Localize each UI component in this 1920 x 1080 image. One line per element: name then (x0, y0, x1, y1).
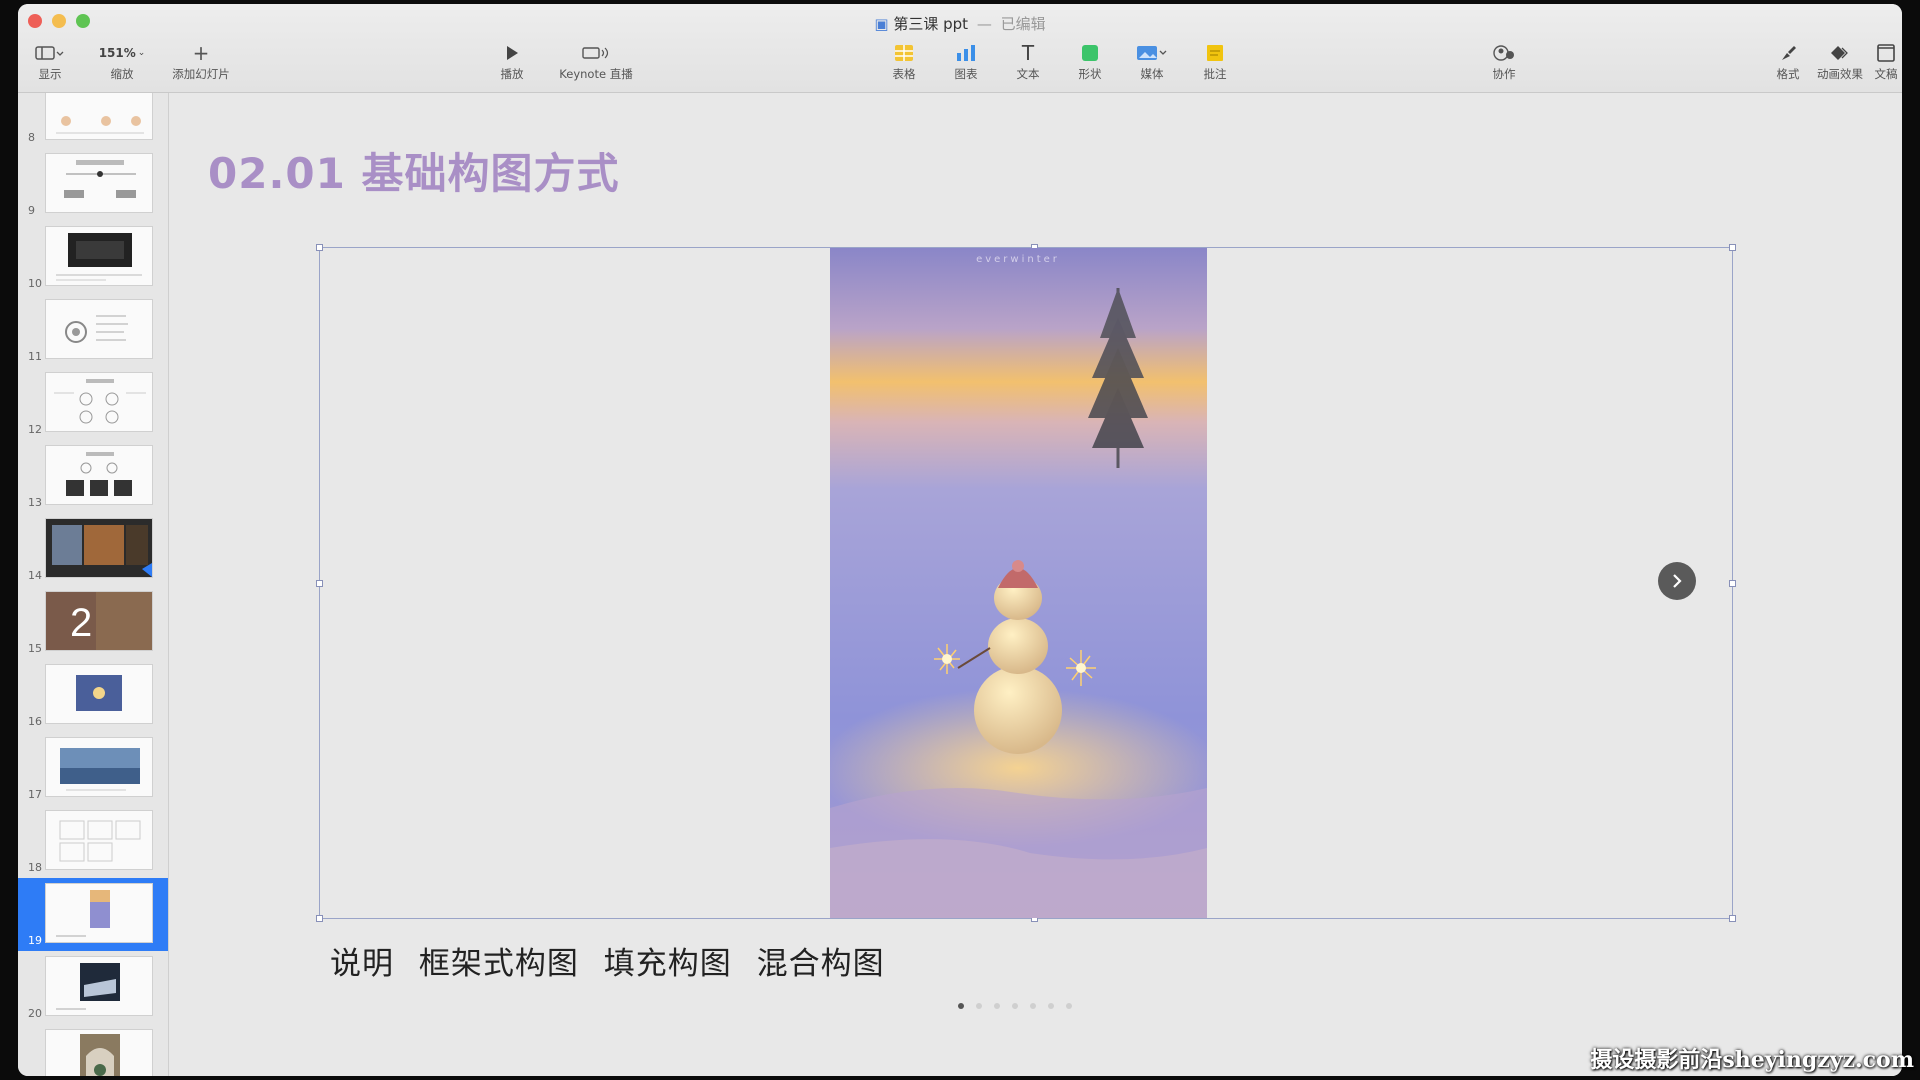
slide-thumbnail-17[interactable]: 17 (18, 732, 168, 805)
slide-thumbnail-20[interactable]: 20 (18, 951, 168, 1024)
window-title: ▣ 第三课 ppt — 已编辑 (874, 15, 1046, 33)
plus-icon: + (192, 41, 210, 65)
resize-handle-right[interactable] (1729, 580, 1736, 587)
document-icon: ▣ (874, 15, 889, 33)
snowman-photo[interactable]: everwinter (830, 248, 1207, 918)
slide-thumbnail-12[interactable]: 12 (18, 367, 168, 440)
resize-handle-top-left[interactable] (316, 244, 323, 251)
view-menu-button[interactable]: 显示 (28, 40, 72, 82)
slide-thumbnail-14[interactable]: 14 (18, 513, 168, 586)
page-dot[interactable] (1048, 1003, 1054, 1009)
zoom-menu-button[interactable]: 151% ⌄ 缩放 (94, 40, 150, 82)
slide-thumbnail-15[interactable]: 2 15 (18, 586, 168, 659)
document-panel-icon (1870, 40, 1902, 66)
resize-handle-bottom-right[interactable] (1729, 915, 1736, 922)
animate-button[interactable]: 动画效果 (1812, 40, 1868, 82)
resize-handle-left[interactable] (316, 580, 323, 587)
document-button[interactable]: 文稿 (1870, 40, 1902, 82)
add-slide-button[interactable]: + 添加幻灯片 (160, 40, 242, 82)
slide-title[interactable]: 02.01 基础构图方式 (208, 140, 619, 201)
gallery-page-dots (958, 1003, 1072, 1009)
slide-caption[interactable]: 说明 框架式构图 填充构图 混合构图 (330, 938, 899, 983)
svg-text:everwinter: everwinter (976, 254, 1060, 265)
toolbar: ▣ 第三课 ppt — 已编辑 显示 151%⌄ 缩放 + 添加幻灯片 播放 (18, 4, 1902, 93)
next-image-button[interactable] (1658, 562, 1696, 600)
chart-icon (946, 40, 986, 66)
caption-item: 填充构图 (603, 946, 732, 982)
slide-thumbnail-18[interactable]: 18 (18, 805, 168, 878)
slide-thumbnail-16[interactable]: 16 (18, 659, 168, 732)
site-watermark: 摄设摄影前沿sheyingzyz.com (1590, 1047, 1914, 1073)
caption-item: 框架式构图 (418, 946, 579, 982)
keynote-live-button[interactable]: Keynote 直播 (554, 40, 638, 82)
zoom-value: 151% (98, 46, 136, 60)
text-button[interactable]: T 文本 (1008, 40, 1048, 82)
chart-button[interactable]: 图表 (946, 40, 986, 82)
media-button[interactable]: 媒体 (1130, 40, 1174, 82)
chevron-right-icon (1673, 574, 1682, 588)
page-dot[interactable] (958, 1003, 964, 1009)
resize-handle-top-right[interactable] (1729, 244, 1736, 251)
shape-button[interactable]: 形状 (1070, 40, 1110, 82)
play-button[interactable]: 播放 (492, 40, 532, 82)
document-name: 第三课 ppt (893, 15, 969, 33)
slide-thumbnail-11[interactable]: 11 (18, 294, 168, 367)
caption-item: 说明 (330, 946, 394, 982)
page-dot[interactable] (994, 1003, 1000, 1009)
page-dot[interactable] (1030, 1003, 1036, 1009)
svg-text:2: 2 (70, 601, 92, 645)
table-button[interactable]: 表格 (884, 40, 924, 82)
shape-icon (1070, 40, 1110, 66)
table-icon (884, 40, 924, 66)
page-dot[interactable] (1066, 1003, 1072, 1009)
keynote-live-icon (554, 40, 638, 66)
page-dot[interactable] (976, 1003, 982, 1009)
edited-state: 已编辑 (1000, 15, 1046, 33)
slide-thumbnail-8[interactable]: 8 (18, 93, 168, 148)
paintbrush-icon (1770, 40, 1806, 66)
collaborate-icon (1484, 40, 1524, 66)
text-icon: T (1021, 41, 1035, 65)
slide-thumbnail-10[interactable]: 10 (18, 221, 168, 294)
slide-thumbnail-13[interactable]: 13 (18, 440, 168, 513)
slide-thumbnail-9[interactable]: 9 (18, 148, 168, 221)
resize-handle-bottom-left[interactable] (316, 915, 323, 922)
sidebar-view-icon (28, 40, 72, 66)
slide-thumbnail-21[interactable]: 21 (18, 1024, 168, 1076)
format-button[interactable]: 格式 (1770, 40, 1806, 82)
slide-thumbnail-19[interactable]: 19 (18, 878, 168, 951)
collaborate-button[interactable]: 协作 (1484, 40, 1524, 82)
comment-button[interactable]: 批注 (1195, 40, 1235, 82)
slide-navigator: 8 9 10 11 12 13 14 2 15 16 17 18 19 20 (18, 93, 169, 1076)
comment-icon (1195, 40, 1235, 66)
chevron-down-icon: ⌄ (137, 48, 146, 58)
page-dot[interactable] (1012, 1003, 1018, 1009)
media-icon (1130, 40, 1174, 66)
caption-item: 混合构图 (756, 946, 885, 982)
diamond-icon (1812, 40, 1868, 66)
play-icon (492, 40, 532, 66)
